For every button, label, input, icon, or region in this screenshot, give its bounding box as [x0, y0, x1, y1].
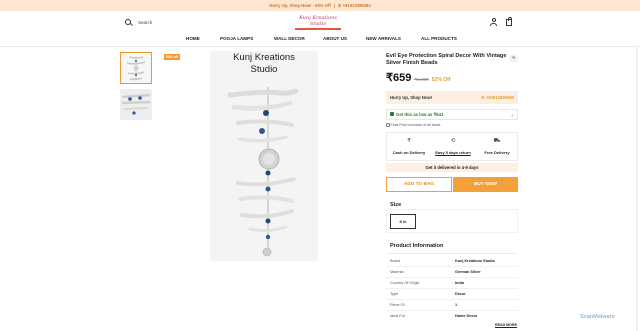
- discount-badge: 50% off: [164, 54, 180, 60]
- nav-item-about-us[interactable]: ABOUT US: [323, 36, 347, 41]
- search-icon[interactable]: [125, 19, 131, 25]
- info-row-material: Material German Silver: [390, 270, 481, 274]
- discount-percent: 52% Off: [431, 77, 451, 83]
- info-row-type: Type Decor: [390, 292, 466, 296]
- chevron-down-icon[interactable]: ⌄: [510, 110, 514, 119]
- nav-item-all-products[interactable]: ALL PRODUCTS: [421, 36, 457, 41]
- hurry-text: Hurry Up, Shop Now!: [390, 95, 433, 100]
- truck-icon: ⛟: [493, 138, 501, 144]
- price-row: ₹659 ₹1,399 52% Off: [386, 71, 450, 84]
- sale-price: ₹659: [386, 72, 412, 84]
- info-row-piece: Piece Of 1: [390, 303, 458, 307]
- search-bar[interactable]: Search: [125, 19, 152, 25]
- info-row-brand: Brand Kunj Kreations Studio: [390, 259, 495, 263]
- offer-text: Get this as low as ₹641: [396, 112, 444, 117]
- page-scrollbar[interactable]: [636, 47, 638, 331]
- feature-label[interactable]: Easy 5 days return: [431, 150, 475, 155]
- search-input[interactable]: Search: [138, 20, 152, 25]
- original-price: ₹1,399: [414, 77, 429, 82]
- nav-item-pooja-lamps[interactable]: POOJA LAMPS: [220, 36, 253, 41]
- offer-tag-icon: [390, 112, 394, 116]
- nav-divider: [0, 46, 640, 47]
- return-icon: ⟲: [450, 138, 456, 144]
- thumbnail-image-1: [121, 53, 151, 83]
- feature-returns[interactable]: ⟲ Easy 5 days return: [431, 133, 475, 155]
- watermark-text: ScanMalware: [580, 314, 615, 320]
- size-heading: Size: [390, 202, 402, 208]
- info-row-ideal-for: Ideal For Home Decor: [390, 314, 478, 318]
- logo-text: Kunj Kreations Studio: [299, 15, 337, 27]
- product-photo: [227, 87, 299, 257]
- product-title: Evil Eye Protection Spiral Decor With Vi…: [386, 53, 507, 66]
- gallery-thumbnail-2[interactable]: [120, 89, 152, 120]
- nav-item-home[interactable]: HOME: [186, 36, 200, 41]
- delivery-estimate: Get it delivered in 4-9 days: [386, 163, 518, 172]
- buy-now-button[interactable]: BUY NOW: [453, 177, 518, 192]
- read-more-link[interactable]: READ MORE: [495, 323, 517, 327]
- announcement-bar: Hurry Up, Shop Now! - 50% Off | ✆ +9191339…: [0, 0, 640, 11]
- site-header: Search Kunj Kreations Studio: [0, 11, 640, 35]
- features-box: ₹ Cash on Delivery ⟲ Easy 5 days return …: [386, 132, 518, 161]
- info-row-country: Country Of Origin India: [390, 281, 464, 285]
- announcement-text: Hurry Up, Shop Now! - 50% Off: [269, 3, 331, 8]
- feature-cod: ₹ Cash on Delivery: [387, 133, 431, 155]
- gallery-thumbnail-1[interactable]: [120, 52, 152, 84]
- main-nav: HOME POOJA LAMPS WALL DECOR ABOUT US NEW…: [0, 35, 640, 46]
- logo-underline: [295, 28, 341, 30]
- add-to-bag-button[interactable]: ADD TO BAG: [386, 177, 452, 192]
- user-account-icon[interactable]: [490, 18, 497, 26]
- rupee-icon: ₹: [407, 138, 411, 144]
- shopping-bag-icon[interactable]: [506, 17, 512, 26]
- site-logo[interactable]: Kunj Kreations Studio: [291, 15, 345, 33]
- announcement-phone: +91913396383: [342, 3, 371, 8]
- share-icon[interactable]: ⋖: [509, 54, 518, 63]
- nav-item-new-arrivals[interactable]: NEW ARRIVALS: [366, 36, 401, 41]
- feature-label: Cash on Delivery: [392, 150, 426, 155]
- hurry-phone[interactable]: ✆ +91913396383: [481, 91, 514, 104]
- main-product-image[interactable]: Kunj Kreations Studio: [210, 51, 318, 261]
- tax-note: Final Price inclusive of all taxes: [386, 123, 440, 127]
- product-info-heading: Product Information: [390, 243, 444, 249]
- size-option-8in[interactable]: 8 in: [390, 214, 416, 229]
- offer-dropdown[interactable]: Get this as low as ₹641 ⌄: [386, 109, 518, 120]
- feature-label: Free Delivery: [484, 150, 510, 155]
- info-divider: [386, 253, 518, 254]
- feature-free-delivery: ⛟ Free Delivery: [475, 133, 519, 155]
- thumbnail-image-2: [120, 89, 152, 120]
- hurry-banner: Hurry Up, Shop Now! ✆ +91913396383: [386, 91, 518, 104]
- info-icon: [386, 123, 390, 127]
- nav-item-wall-decor[interactable]: WALL DECOR: [274, 36, 305, 41]
